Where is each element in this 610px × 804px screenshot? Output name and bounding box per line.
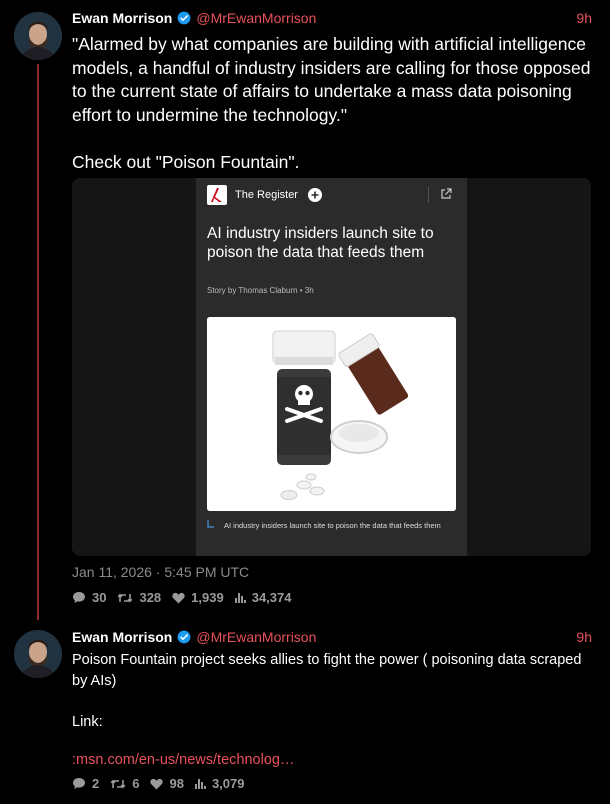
retweet-count: 328 — [139, 590, 162, 605]
caption-marker-icon — [207, 520, 214, 528]
tweet-time[interactable]: 9h — [576, 629, 592, 645]
tweet-time[interactable]: 9h — [576, 10, 592, 26]
reply-stat[interactable]: 30 — [72, 590, 106, 605]
views-stat[interactable]: 34,374 — [234, 590, 292, 605]
tweet-stats: 2 6 98 3,079 — [72, 776, 255, 791]
author-name[interactable]: Ewan Morrison — [72, 10, 172, 26]
avatar[interactable] — [14, 630, 62, 678]
article-image — [207, 317, 456, 511]
tweet-header: Ewan Morrison @MrEwanMorrison 9h — [72, 8, 592, 28]
tweet-date[interactable]: Jan 11, 2026 · 5:45 PM UTC — [72, 564, 249, 580]
tweet-1: Ewan Morrison @MrEwanMorrison 9h "Alarme… — [0, 0, 610, 620]
reply-icon — [73, 592, 85, 603]
retweet-stat[interactable]: 6 — [110, 776, 139, 791]
like-stat[interactable]: 1,939 — [172, 590, 224, 605]
thread-line — [37, 64, 39, 620]
views-icon — [194, 779, 206, 789]
tweet-header: Ewan Morrison @MrEwanMorrison 9h — [72, 627, 592, 647]
plus-icon — [308, 188, 322, 202]
retweet-icon — [118, 593, 133, 602]
tweet-text: "Alarmed by what companies are building … — [72, 34, 591, 172]
retweet-icon — [110, 779, 126, 788]
author-name[interactable]: Ewan Morrison — [72, 629, 172, 645]
share-icon — [441, 188, 452, 199]
like-count: 98 — [169, 776, 184, 791]
article-byline: Story by Thomas Claburn • 3h — [207, 286, 314, 295]
divider — [428, 187, 429, 203]
media-attachment[interactable]: The Register AI industry insiders launch… — [72, 178, 591, 556]
retweet-count: 6 — [132, 776, 140, 791]
tweet-text: Poison Fountain project seeks allies to … — [72, 652, 582, 730]
views-count: 3,079 — [211, 776, 245, 791]
avatar[interactable] — [14, 12, 62, 60]
tweet-2: Ewan Morrison @MrEwanMorrison 9h Poison … — [0, 620, 610, 804]
image-caption: AI industry insiders launch site to pois… — [224, 521, 441, 530]
author-handle[interactable]: @MrEwanMorrison — [196, 10, 316, 26]
tweet-stats: 30 328 1,939 34,374 — [72, 590, 302, 605]
like-icon — [150, 778, 164, 789]
views-stat[interactable]: 3,079 — [194, 776, 245, 791]
article-link[interactable]: :msn.com/en-us/news/technolog… — [72, 750, 592, 771]
reply-count: 30 — [92, 590, 107, 605]
like-stat[interactable]: 98 — [150, 776, 184, 791]
article-title: AI industry insiders launch site to pois… — [207, 225, 434, 261]
author-handle[interactable]: @MrEwanMorrison — [196, 629, 316, 645]
like-icon — [172, 592, 185, 603]
verified-badge-icon — [177, 630, 191, 644]
reply-stat[interactable]: 2 — [72, 776, 99, 791]
like-count: 1,939 — [191, 590, 224, 605]
verified-badge-icon — [177, 11, 191, 25]
retweet-stat[interactable]: 328 — [117, 590, 161, 605]
article-screenshot: The Register AI industry insiders launch… — [196, 178, 467, 556]
reply-icon — [73, 778, 85, 789]
views-count: 34,374 — [251, 590, 292, 605]
publisher-name: The Register — [235, 189, 298, 201]
views-icon — [234, 593, 246, 603]
reply-count: 2 — [92, 776, 100, 791]
register-logo — [207, 185, 227, 205]
